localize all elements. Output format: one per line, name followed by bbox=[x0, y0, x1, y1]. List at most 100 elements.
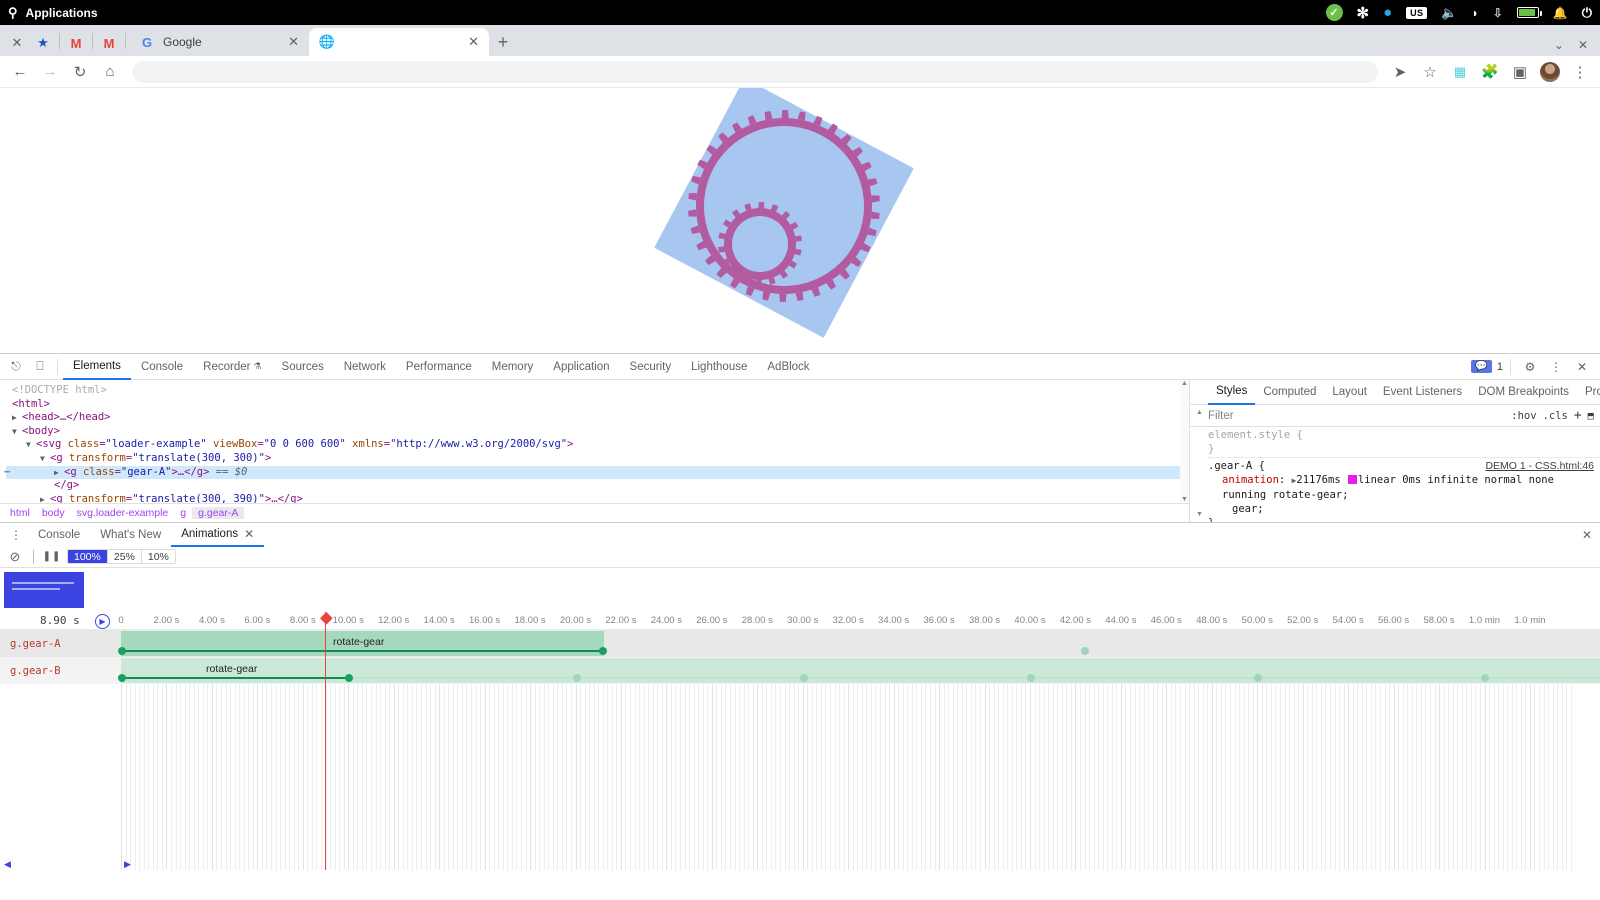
tab-adblock[interactable]: AdBlock bbox=[757, 354, 819, 380]
computed-sidebar-toggle[interactable]: ⬒ bbox=[1588, 410, 1600, 422]
tab-event-listeners[interactable]: Event Listeners bbox=[1375, 380, 1470, 405]
tab-performance[interactable]: Performance bbox=[396, 354, 482, 380]
keyframe-dot-iter-b-6[interactable] bbox=[1481, 674, 1489, 682]
tab-security[interactable]: Security bbox=[620, 354, 682, 380]
dom-line-svg[interactable]: ▼ <svg class="loader-example" viewBox="0 … bbox=[6, 438, 1189, 452]
chevron-down-icon[interactable]: ⌄ bbox=[1554, 38, 1564, 52]
close-drawer-icon[interactable]: ✕ bbox=[1582, 528, 1600, 542]
device-toolbar-icon[interactable]: ⎕ bbox=[28, 355, 52, 379]
wifi-icon[interactable]: ◗ bbox=[1471, 6, 1478, 20]
keyframe-dot-iter-b-3[interactable] bbox=[800, 674, 808, 682]
drawer-tab-animations[interactable]: Animations ✕ bbox=[171, 523, 265, 547]
tab-dom-breakpoints[interactable]: DOM Breakpoints bbox=[1470, 380, 1577, 405]
breadcrumb-svg[interactable]: svg.loader-example bbox=[71, 507, 175, 519]
breadcrumb-html[interactable]: html bbox=[4, 507, 36, 519]
avatar[interactable] bbox=[1536, 58, 1564, 86]
dom-line-g-outer[interactable]: ▼ <g transform="translate(300, 300)"> bbox=[6, 452, 1189, 466]
tab-recorder[interactable]: Recorder ⚗ bbox=[193, 354, 271, 380]
battery-icon[interactable] bbox=[1516, 7, 1542, 18]
keyframe-dot-iter-b-5[interactable] bbox=[1254, 674, 1262, 682]
rule-selector[interactable]: .gear-A { bbox=[1208, 460, 1265, 472]
forward-button[interactable]: → bbox=[36, 58, 64, 86]
dom-line-doctype[interactable]: <!DOCTYPE html> bbox=[6, 384, 1189, 398]
close-icon[interactable]: ✕ bbox=[244, 527, 254, 541]
clear-all-icon[interactable]: ⊘ bbox=[6, 549, 24, 565]
dom-scrollbar[interactable]: ▲ ▼ bbox=[1180, 380, 1189, 503]
dom-line-head[interactable]: ▶ <head>…</head> bbox=[6, 411, 1189, 425]
playhead-line[interactable] bbox=[325, 630, 326, 870]
tab-application[interactable]: Application bbox=[543, 354, 619, 380]
close-icon[interactable]: ✕ bbox=[288, 34, 299, 50]
animation-band-gear-b[interactable] bbox=[121, 658, 1600, 683]
rule-selector[interactable]: element.style { bbox=[1208, 429, 1303, 441]
dom-line-gear-a-selected[interactable]: ⋯ ▶ <g class="gear-A">…</g> == $0 bbox=[4, 465, 1189, 480]
new-style-rule-button[interactable]: + bbox=[1574, 408, 1582, 423]
bluetooth-off-icon[interactable]: ⇩ bbox=[1493, 6, 1503, 20]
scroll-up-icon[interactable]: ▲ bbox=[1181, 380, 1188, 387]
replay-icon[interactable]: ▶ bbox=[95, 614, 110, 629]
tab-elements[interactable]: Elements bbox=[63, 354, 131, 380]
drawer-tab-whats-new[interactable]: What's New bbox=[90, 523, 171, 547]
tab-google[interactable]: G Google ✕ bbox=[129, 28, 309, 56]
extensions-puzzle-icon[interactable]: 🧩 bbox=[1476, 58, 1504, 86]
browser-menu-icon[interactable]: ⋮ bbox=[1566, 58, 1594, 86]
dom-line-body[interactable]: ▼ <body> bbox=[6, 425, 1189, 439]
keyframe-dot-iter-b-2[interactable] bbox=[573, 674, 581, 682]
scroll-down-icon[interactable]: ▼ bbox=[1181, 496, 1188, 503]
issues-icon[interactable]: 💬 bbox=[1471, 360, 1492, 373]
dom-line-g-close[interactable]: </g> bbox=[6, 479, 1189, 493]
window-close-icon[interactable]: ✕ bbox=[1578, 38, 1588, 52]
tab-lighthouse[interactable]: Lighthouse bbox=[681, 354, 757, 380]
back-button[interactable]: ← bbox=[6, 58, 34, 86]
devtools-menu-icon[interactable]: ⋮ bbox=[1544, 355, 1568, 379]
keyframe-dot-start-b[interactable] bbox=[118, 674, 126, 682]
drawer-menu-icon[interactable]: ⋮ bbox=[4, 523, 28, 547]
collapse-triangle-icon[interactable]: ▼ bbox=[12, 425, 22, 439]
telegram-icon[interactable]: ● bbox=[1383, 4, 1392, 21]
keyframe-dot-start-a[interactable] bbox=[118, 647, 126, 655]
breadcrumb-gear-a[interactable]: g.gear-A bbox=[192, 507, 245, 519]
apps-grid-icon[interactable]: ▦ bbox=[1446, 58, 1474, 86]
bookmark-star-icon[interactable]: ★ bbox=[30, 30, 56, 56]
declaration-animation[interactable]: animation: ▶21176ms linear 0ms infinite … bbox=[1208, 473, 1600, 502]
collapse-triangle-icon[interactable]: ▼ bbox=[40, 452, 50, 466]
scroll-right-icon[interactable]: ▶ bbox=[124, 859, 131, 870]
speed-100[interactable]: 100% bbox=[68, 550, 108, 563]
applications-menu[interactable]: Applications bbox=[26, 6, 98, 20]
speed-25[interactable]: 25% bbox=[108, 550, 142, 563]
breadcrumb-g[interactable]: g bbox=[174, 507, 192, 519]
expand-triangle-icon[interactable]: ▶ bbox=[54, 466, 64, 480]
animation-group-preview[interactable] bbox=[4, 572, 84, 608]
address-bar[interactable] bbox=[132, 60, 1378, 83]
timeline-ruler[interactable]: 8.90 s ▶ 0 2.00 s 4.00 s 6.00 s 8.00 s 10.00 … bbox=[0, 611, 1600, 630]
share-icon[interactable]: ➤ bbox=[1386, 58, 1414, 86]
home-button[interactable]: ⌂ bbox=[96, 58, 124, 86]
tab-properties[interactable]: Properties bbox=[1577, 380, 1600, 405]
tab-styles[interactable]: Styles bbox=[1208, 380, 1256, 405]
cls-toggle[interactable]: .cls bbox=[1543, 410, 1568, 422]
tab-memory[interactable]: Memory bbox=[482, 354, 544, 380]
close-icon[interactable]: ✕ bbox=[468, 34, 479, 50]
tab-computed[interactable]: Computed bbox=[1255, 380, 1324, 405]
scroll-up-icon[interactable]: ▲ bbox=[1196, 409, 1203, 416]
tab-console[interactable]: Console bbox=[131, 354, 193, 380]
inspect-element-icon[interactable]: ⎋ bbox=[4, 355, 28, 379]
checkmark-status-icon[interactable]: ✓ bbox=[1325, 4, 1343, 21]
tab-devtools-page[interactable]: 🌐 ✕ bbox=[309, 28, 489, 56]
style-rule-element[interactable]: element.style { } bbox=[1208, 427, 1600, 458]
gmail-pinned-icon-2[interactable]: M bbox=[96, 30, 122, 56]
declaration-property[interactable]: animation bbox=[1222, 474, 1279, 486]
keyframe-dot-iter-a-1[interactable] bbox=[1081, 647, 1089, 655]
keyboard-layout-indicator[interactable]: US bbox=[1406, 6, 1428, 19]
dom-line-html[interactable]: <html> bbox=[6, 398, 1189, 412]
hov-toggle[interactable]: :hov bbox=[1511, 410, 1536, 422]
rule-source-link[interactable]: DEMO 1 - CSS.html:46 bbox=[1485, 459, 1594, 473]
expand-triangle-icon[interactable]: ▶ bbox=[12, 411, 22, 425]
search-icon[interactable]: ⚲ bbox=[8, 5, 18, 21]
styles-filter-input[interactable]: Filter bbox=[1208, 410, 1505, 422]
speed-10[interactable]: 10% bbox=[142, 550, 175, 563]
tab-layout[interactable]: Layout bbox=[1324, 380, 1375, 405]
side-panel-icon[interactable]: ▣ bbox=[1506, 58, 1534, 86]
tab-network[interactable]: Network bbox=[334, 354, 396, 380]
volume-icon[interactable]: 🔈 bbox=[1441, 5, 1457, 21]
